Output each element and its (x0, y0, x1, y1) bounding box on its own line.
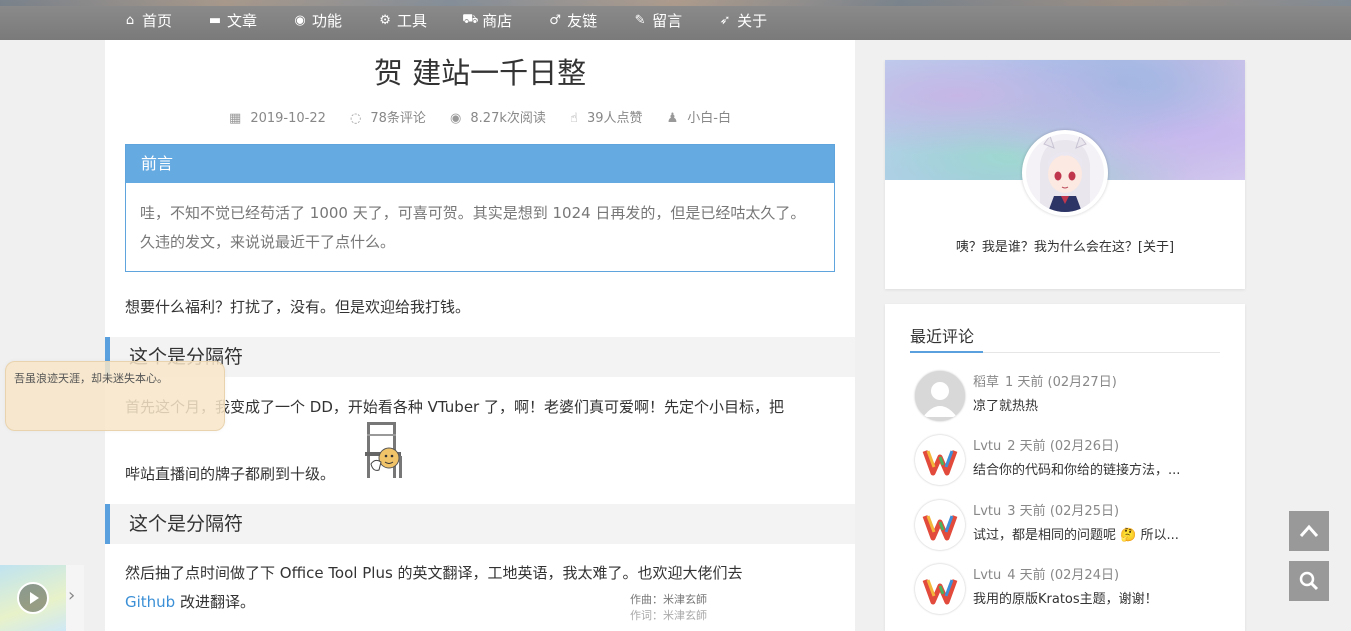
comment-item[interactable]: 稻草 1 天前 (02月27日) 凉了就热热 (915, 371, 1225, 427)
rainbow-w-avatar-icon (915, 435, 965, 485)
dashboard-icon: ◉ (294, 12, 306, 28)
comment-icon: ◌ (350, 111, 362, 126)
comment-meta: Lvtu 3 天前 (02月25日) (973, 500, 1119, 519)
nav-features[interactable]: ◉ 功能 (292, 10, 342, 31)
rainbow-w-avatar-icon (915, 500, 965, 550)
comments-text: 78条评论 (370, 111, 426, 126)
nav-label: 工具 (397, 11, 428, 30)
calendar-icon: ▦ (229, 111, 242, 126)
views-meta: ◉ 8.27k次阅读 (445, 111, 551, 126)
date-meta: ▦ 2019-10-22 (224, 111, 331, 126)
comment-item[interactable]: Lvtu 4 天前 (02月24日) 我用的原版Kratos主题，谢谢！ (915, 564, 1225, 620)
chevron-up-icon (1299, 524, 1319, 537)
author-meta[interactable]: ♟ 小白-白 (662, 111, 736, 126)
comment-meta: Lvtu 4 天前 (02月24日) (973, 564, 1119, 583)
nav-label: 功能 (312, 11, 343, 30)
comment-author: Lvtu (973, 439, 1002, 454)
comment-time: 2 天前 (02月26日) (1007, 439, 1120, 454)
mascot-tip-bubble: 吾虽浪迹天涯，却未迷失本心。 (5, 361, 225, 431)
eye-icon: ◉ (450, 111, 462, 126)
cogs-icon: ⚙ (379, 12, 391, 28)
search-icon (1299, 571, 1319, 591)
comments-meta[interactable]: ◌ 78条评论 (345, 111, 431, 126)
thumbs-up-icon: ☝ (570, 111, 578, 126)
comment-text: 凉了就热热 (973, 399, 1039, 414)
nav-articles[interactable]: ▬ 文章 (207, 10, 257, 31)
search-button[interactable] (1289, 561, 1329, 601)
recent-comments-card: 最近评论 稻草 1 天前 (02月27日) 凉了就热热 Lvtu 2 天前 (02月… (885, 304, 1245, 631)
cart-icon: ⛟ (462, 11, 479, 27)
recent-comments-title: 最近评论 (910, 327, 975, 346)
comment-time: 4 天前 (02月24日) (1007, 568, 1120, 583)
comment-meta: 稻草 1 天前 (02月27日) (973, 371, 1117, 390)
separator-heading: 这个是分隔符 (105, 504, 855, 544)
nav-label: 留言 (652, 11, 683, 30)
paragraph-translation-line2: Github 改进翻译。 (125, 588, 835, 617)
comment-author: Lvtu (973, 504, 1002, 519)
preface-text: 哇，不知不觉已经苟活了 1000 天了，可喜可贺。其实是想到 1024 日再发的… (140, 204, 806, 251)
nav-label: 首页 (142, 11, 173, 30)
views-text: 8.27k次阅读 (470, 111, 546, 126)
nav-friends[interactable]: ♂ 友链 (547, 10, 597, 31)
pencil-icon: ✎ (634, 12, 646, 28)
article-title: 贺 建站一千日整 (373, 56, 587, 90)
nav-label: 商店 (482, 11, 513, 30)
article-card: 贺 建站一千日整 ▦ 2019-10-22 ◌ 78条评论 ◉ 8.27k次阅读 ☝ 3… (105, 40, 855, 631)
likes-meta[interactable]: ☝ 39人点赞 (565, 111, 647, 126)
github-link[interactable]: Github (125, 593, 175, 611)
back-to-top-button[interactable] (1289, 511, 1329, 551)
home-icon: ⌂ (125, 12, 135, 28)
music-player: › (0, 565, 84, 631)
article-icon: ▬ (208, 12, 222, 28)
nav-home[interactable]: ⌂ 首页 (122, 10, 172, 31)
profile-avatar[interactable] (1022, 130, 1108, 216)
nav-shop[interactable]: ⛟ 商店 (462, 10, 512, 31)
nav-tools[interactable]: ⚙ 工具 (377, 10, 427, 31)
rocket-icon: ➶ (719, 12, 731, 28)
comment-author: Lvtu (973, 568, 1002, 583)
comment-text: 试过，都是相同的问题呢 🤔 所以... (973, 528, 1179, 543)
nav-label: 友链 (567, 11, 598, 30)
paragraph-welfare: 想要什么福利？打扰了，没有。但是欢迎给我打钱。 (125, 298, 471, 316)
comment-text: 我用的原版Kratos主题，谢谢！ (973, 592, 1158, 607)
rainbow-w-avatar-icon (915, 564, 965, 614)
comment-item[interactable]: Lvtu 2 天前 (02月26日) 结合你的代码和你给的链接方法，... (915, 435, 1225, 491)
comment-author: 稻草 (973, 375, 1000, 390)
lyric-composer: 作曲：米津玄師 (630, 593, 707, 606)
lyric-writer: 作词：米津玄師 (630, 609, 707, 622)
title-underline (910, 351, 1220, 353)
chair-sticker-icon (365, 422, 402, 478)
likes-text: 39人点赞 (586, 111, 643, 126)
user-icon: ♟ (666, 111, 679, 126)
play-icon (30, 592, 39, 604)
translation-rest: 改进翻译。 (175, 593, 255, 611)
nav-guestbook[interactable]: ✎ 留言 (632, 10, 682, 31)
male-icon: ♂ (549, 12, 561, 28)
comment-meta: Lvtu 2 天前 (02月26日) (973, 435, 1119, 454)
anime-girl-avatar-icon (1026, 134, 1104, 212)
profile-bio[interactable]: 咦？我是谁？我为什么会在这？[关于] (885, 236, 1245, 255)
profile-card: 咦？我是谁？我为什么会在这？[关于] (885, 60, 1245, 289)
nav-label: 文章 (227, 11, 258, 30)
default-avatar-icon (915, 371, 965, 421)
preface-box: 前言 哇，不知不觉已经苟活了 1000 天了，可喜可贺。其实是想到 1024 日… (125, 144, 835, 272)
date-text: 2019-10-22 (250, 111, 326, 126)
nav-about[interactable]: ➶ 关于 (717, 10, 767, 31)
paragraph-translation-line1: 然后抽了点时间做了下 Office Tool Plus 的英文翻译，工地英语，我… (125, 564, 743, 582)
top-navbar: ⌂ 首页 ▬ 文章 ◉ 功能 ⚙ 工具 ⛟ 商店 ♂ 友链 ✎ 留言 ➶ 关于 (0, 0, 1351, 40)
article-meta: ▦ 2019-10-22 ◌ 78条评论 ◉ 8.27k次阅读 ☝ 39人点赞 ♟ 小白-… (105, 107, 855, 126)
paragraph-vtuber-line1: 首先这个月，我变成了一个 DD，开始看各种 VTuber 了，啊！老婆们真可爱啊… (125, 398, 784, 416)
play-button[interactable] (17, 582, 49, 614)
comment-text: 结合你的代码和你给的链接方法，... (973, 463, 1181, 478)
nav-label: 关于 (737, 11, 768, 30)
preface-title: 前言 (126, 145, 834, 183)
comment-item[interactable]: Lvtu 3 天前 (02月25日) 试过，都是相同的问题呢 🤔 所以... (915, 500, 1225, 556)
paragraph-vtuber-line2: 哔站直播间的牌子都刷到十级。 (125, 465, 336, 483)
main-nav: ⌂ 首页 ▬ 文章 ◉ 功能 ⚙ 工具 ⛟ 商店 ♂ 友链 ✎ 留言 ➶ 关于 (122, 0, 802, 40)
comment-time: 3 天前 (02月25日) (1007, 504, 1120, 519)
chevron-right-icon[interactable]: › (68, 585, 75, 606)
author-text: 小白-白 (687, 111, 731, 126)
comment-time: 1 天前 (02月27日) (1005, 375, 1117, 390)
